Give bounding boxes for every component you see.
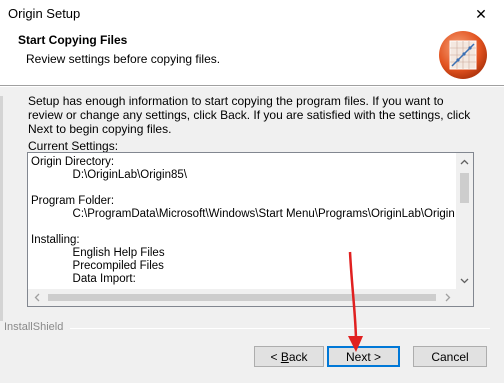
scrollbar-corner	[456, 289, 473, 306]
origin-logo-icon	[439, 31, 487, 79]
description-text: Setup has enough information to start co…	[28, 94, 471, 136]
cancel-label: Cancel	[431, 349, 469, 364]
scroll-left-button[interactable]	[28, 289, 45, 306]
vertical-scrollbar[interactable]	[456, 153, 473, 289]
window-title: Origin Setup	[8, 6, 81, 21]
wizard-header: Start Copying Files Review settings befo…	[0, 29, 504, 85]
settings-text: Origin Directory: D:\OriginLab\Origin85\…	[31, 156, 455, 285]
back-prefix: <	[270, 349, 281, 364]
chevron-down-icon	[460, 278, 469, 283]
next-label: Next >	[345, 349, 381, 364]
horizontal-scrollbar[interactable]	[28, 289, 456, 306]
scroll-down-button[interactable]	[456, 272, 473, 289]
chevron-up-icon	[460, 159, 469, 164]
footer-divider	[70, 328, 490, 329]
page-title: Start Copying Files	[18, 33, 128, 47]
current-settings-label: Current Settings:	[28, 139, 119, 153]
back-button[interactable]: < Back	[254, 346, 324, 367]
chevron-right-icon	[445, 293, 450, 302]
cancel-button[interactable]: Cancel	[413, 346, 487, 367]
title-bar: Origin Setup ✕	[0, 0, 504, 29]
chevron-left-icon	[34, 293, 39, 302]
next-button[interactable]: Next >	[327, 346, 400, 367]
scroll-right-button[interactable]	[439, 289, 456, 306]
wizard-body: Setup has enough information to start co…	[0, 87, 504, 323]
vertical-scroll-thumb[interactable]	[460, 173, 469, 203]
close-button[interactable]: ✕	[458, 0, 504, 29]
current-settings-box[interactable]: Origin Directory: D:\OriginLab\Origin85\…	[27, 152, 474, 307]
back-mnemonic: B	[280, 349, 289, 364]
horizontal-scroll-thumb[interactable]	[48, 294, 436, 301]
back-label-rest: ack	[288, 349, 308, 364]
page-subtitle: Review settings before copying files.	[26, 52, 221, 66]
close-icon: ✕	[475, 6, 487, 22]
scroll-up-button[interactable]	[456, 153, 473, 170]
installshield-brand: InstallShield	[4, 321, 64, 333]
